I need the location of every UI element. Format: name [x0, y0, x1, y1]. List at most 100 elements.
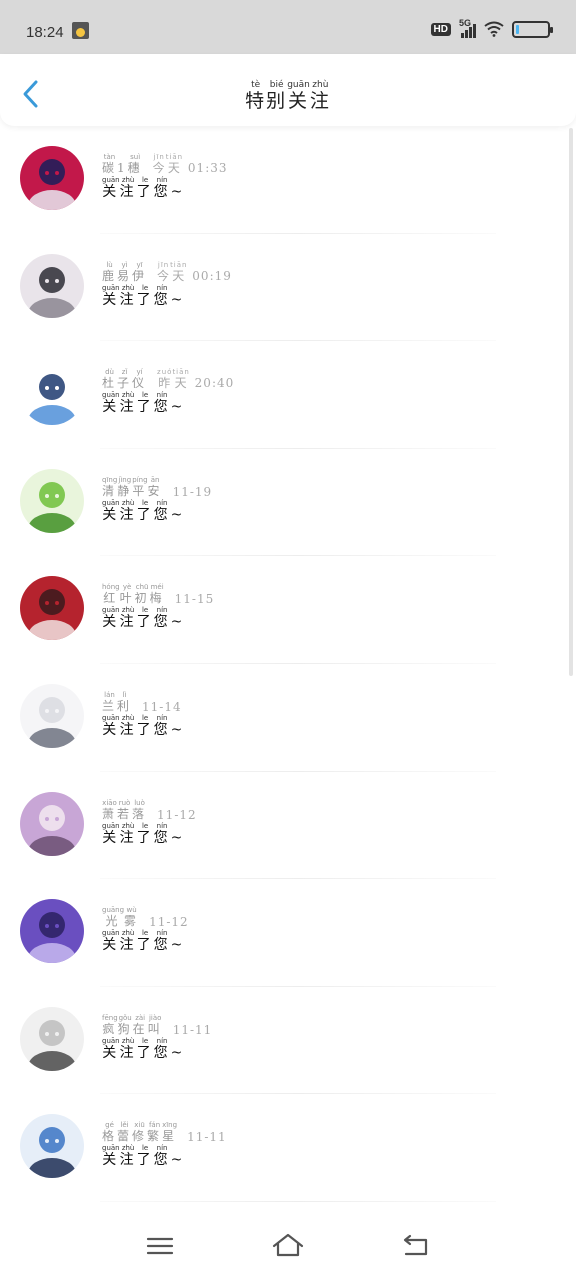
ruby-char: ~ — [170, 721, 186, 738]
ruby-char: 注zhù — [119, 929, 137, 954]
meta-line: 碳tàn1穗suì 今jīn天tiān 01:33 — [102, 153, 228, 176]
menu-icon — [146, 1237, 174, 1255]
timestamp: 11-14 — [142, 700, 182, 714]
ruby-char: 初chū — [134, 583, 150, 606]
username[interactable]: 萧xiāo若ruò落luò — [102, 799, 147, 822]
item-text: 兰lán利lì 11-14 关guān注zhù了le您nín~ — [102, 691, 185, 739]
ruby-char: ~ — [170, 614, 186, 631]
home-button[interactable] — [268, 1230, 308, 1262]
avatar-image — [20, 683, 84, 748]
ruby-char: 格gé — [102, 1121, 118, 1144]
ruby-char: 兰lán — [102, 690, 118, 713]
avatar[interactable] — [20, 146, 84, 210]
ruby-char: 若ruò — [117, 798, 133, 821]
ruby-char: 天tiān — [170, 260, 188, 283]
avatar[interactable] — [20, 253, 84, 318]
ruby-char: 您nín — [153, 713, 171, 738]
ruby-char: 鹿lù — [102, 260, 118, 283]
list-item[interactable]: 格gé蕾lěi修xiū繁fán星xīng 11-11 关guān注zhù了le您ní… — [0, 1094, 576, 1202]
ruby-char: 静jìng — [117, 475, 133, 498]
list-item[interactable]: 红hóng叶yè初chū梅méi 11-15 关guān注zhù了le您nín~ — [0, 556, 576, 664]
notification-message: 关guān注zhù了le您nín~ — [102, 1144, 227, 1169]
ruby-char: 今jīn — [157, 260, 171, 283]
meta-line: 兰lán利lì 11-14 — [102, 691, 185, 714]
ruby-char: 易yì — [117, 260, 133, 283]
ruby-char: 天tiān — [165, 153, 184, 175]
ruby-char: 了le — [136, 391, 154, 416]
username[interactable]: 光guāng雾wù — [102, 906, 139, 929]
ruby-char: 您nín — [153, 391, 171, 416]
ruby-char: 伊yī — [132, 260, 148, 283]
ruby-char: 昨zuó — [157, 368, 173, 391]
username[interactable]: 兰lán利lì — [102, 691, 132, 714]
page-title: 特tè别bié关guān注zhù — [0, 80, 576, 113]
avatar-image — [20, 468, 84, 533]
ruby-char: 落luò — [132, 798, 148, 821]
ruby-char: 了le — [136, 1144, 154, 1169]
username[interactable]: 红hóng叶yè初chū梅méi — [102, 583, 165, 606]
timestamp: 11-12 — [157, 808, 197, 822]
avatar[interactable] — [20, 683, 84, 748]
ruby-char: 在zài — [132, 1013, 148, 1036]
list-item[interactable]: 萧xiāo若ruò落luò 11-12 关guān注zhù了le您nín~ — [0, 772, 576, 880]
ruby-char: 关guān — [102, 391, 120, 416]
ruby-char: 了le — [136, 606, 154, 631]
list-item[interactable]: 疯fēng狗gǒu在zài叫jiào 11-11 关guān注zhù了le您nín~ — [0, 987, 576, 1095]
ruby-char: 红hóng — [102, 583, 120, 606]
username[interactable]: 清qīng静jìng平píng安ān — [102, 476, 163, 499]
username[interactable]: 格gé蕾lěi修xiū繁fán星xīng — [102, 1121, 177, 1144]
status-bar: 18:24 HD 5G — [0, 0, 576, 54]
status-time: 18:24 — [26, 24, 64, 41]
timestamp: 今jīn天tiān 01:33 — [153, 153, 228, 176]
list-item[interactable]: 鹿lù易yì伊yī 今jīn天tiān 00:19 关guān注zhù了le您nín… — [0, 234, 576, 342]
ruby-char: 叫jiào — [147, 1013, 163, 1036]
ruby-char: 关guān — [102, 929, 120, 954]
username[interactable]: 碳tàn1穗suì — [102, 153, 143, 176]
username[interactable]: 杜dù子zǐ仪yí — [102, 368, 147, 391]
ruby-char: 注zhù — [119, 498, 137, 523]
username[interactable]: 鹿lù易yì伊yī — [102, 261, 147, 284]
ruby-char: 00:19 — [187, 268, 232, 283]
ruby-char: 关guān — [287, 80, 310, 112]
list-item[interactable]: 杜dù子zǐ仪yí 昨zuó天tiān 20:40 关guān注zhù了le您nín… — [0, 341, 576, 449]
ruby-char: 萧xiāo — [102, 798, 118, 821]
notification-message: 关guān注zhù了le您nín~ — [102, 714, 185, 739]
ruby-char: 您nín — [153, 1144, 171, 1169]
list-item[interactable]: 兰lán利lì 11-14 关guān注zhù了le您nín~ — [0, 664, 576, 772]
avatar[interactable] — [20, 361, 84, 426]
avatar-image — [20, 361, 84, 426]
ruby-char: 您nín — [153, 498, 171, 523]
notification-message: 关guān注zhù了le您nín~ — [102, 822, 197, 847]
ruby-char: 关guān — [102, 713, 120, 738]
avatar[interactable] — [20, 468, 84, 533]
ruby-char: 20:40 — [189, 376, 235, 391]
header: 特tè别bié关guān注zhù — [0, 54, 576, 126]
username[interactable]: 疯fēng狗gǒu在zài叫jiào — [102, 1014, 163, 1037]
ruby-char: 11-11 — [187, 1130, 227, 1145]
meta-line: 清qīng静jìng平píng安ān 11-19 — [102, 476, 212, 499]
ruby-char: 清qīng — [102, 475, 118, 498]
home-icon — [272, 1233, 304, 1257]
divider — [100, 1200, 496, 1202]
meta-line: 萧xiāo若ruò落luò 11-12 — [102, 799, 197, 822]
list-item[interactable]: 清qīng静jìng平píng安ān 11-19 关guān注zhù了le您nín~ — [0, 449, 576, 557]
ruby-char: 碳tàn — [102, 153, 118, 175]
followers-list: 碳tàn1穗suì 今jīn天tiān 01:33 关guān注zhù了le您nín… — [0, 126, 576, 1202]
avatar[interactable] — [20, 791, 84, 856]
scrollbar[interactable] — [569, 128, 573, 676]
ruby-char: 关guān — [102, 606, 120, 631]
item-text: 格gé蕾lěi修xiū繁fán星xīng 11-11 关guān注zhù了le您ní… — [102, 1121, 227, 1169]
avatar[interactable] — [20, 576, 84, 641]
ruby-char: 您nín — [153, 929, 171, 954]
ruby-char: 关guān — [102, 821, 120, 846]
menu-button[interactable] — [140, 1230, 180, 1262]
list-item[interactable]: 光guāng雾wù 11-12 关guān注zhù了le您nín~ — [0, 879, 576, 987]
meta-line: 光guāng雾wù 11-12 — [102, 906, 189, 929]
ruby-char: 平píng — [132, 475, 148, 498]
back-nav-button[interactable] — [396, 1230, 436, 1262]
ruby-char: 1 — [117, 161, 128, 175]
avatar[interactable] — [20, 899, 84, 964]
avatar[interactable] — [20, 1114, 84, 1179]
avatar[interactable] — [20, 1006, 84, 1071]
list-item[interactable]: 碳tàn1穗suì 今jīn天tiān 01:33 关guān注zhù了le您nín… — [0, 126, 576, 234]
